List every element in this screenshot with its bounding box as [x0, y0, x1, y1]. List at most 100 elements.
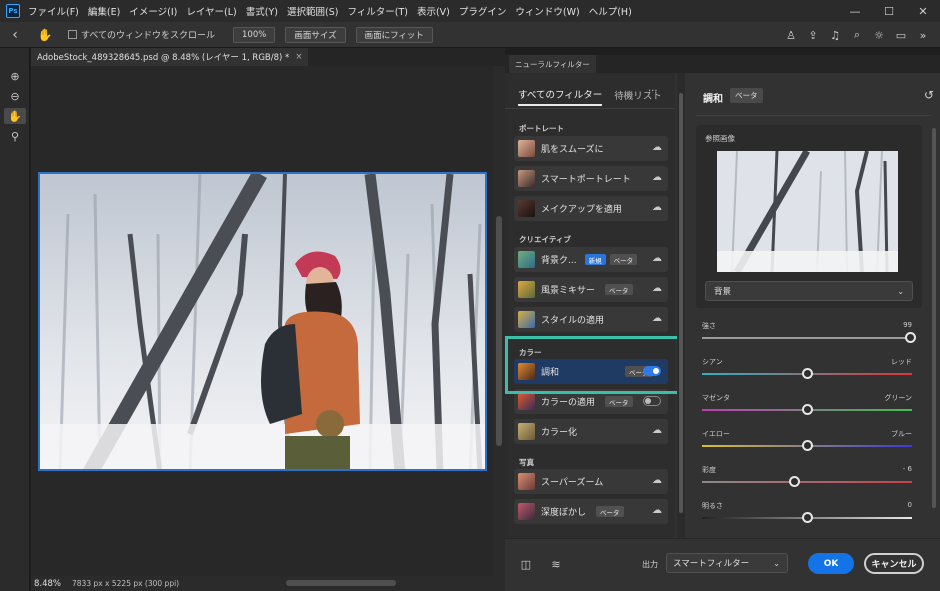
filter-superzoom[interactable]: スーパーズーム ☁	[514, 469, 668, 494]
cloud-download-icon[interactable]: ☁	[652, 142, 662, 153]
document-tab[interactable]: AdobeStock_489328645.psd @ 8.48% (レイヤー 1…	[31, 48, 309, 66]
search-icon[interactable]: ⌕	[846, 28, 868, 42]
output-select[interactable]: スマートフィルター ⌄	[666, 553, 788, 573]
cloud-download-icon[interactable]: ☁	[652, 172, 662, 183]
cloud-download-icon[interactable]: ☁	[652, 313, 662, 324]
bell-icon[interactable]: ♫	[824, 29, 846, 42]
brightness-slider[interactable]: 明るさ 0	[702, 501, 912, 531]
canvas-vertical-scrollbar[interactable]	[493, 66, 505, 576]
filter-smart-portrait[interactable]: スマートポートレート ☁	[514, 166, 668, 191]
canvas-horizontal-scrollbar[interactable]	[286, 580, 396, 586]
fit-screen-button[interactable]: 画面サイズ	[285, 26, 346, 43]
menu-filter[interactable]: フィルター(T)	[347, 4, 408, 18]
slider-track[interactable]	[702, 481, 912, 483]
more-icon[interactable]: ···	[648, 86, 658, 97]
filter-thumbnail	[518, 281, 535, 298]
options-bar: ‹ ✋ すべてのウィンドウをスクロール 100% 画面サイズ 画面にフィット ♙…	[0, 22, 940, 48]
filter-background[interactable]: 背景ク... 新規 ベータ ☁	[514, 247, 668, 272]
neural-filters-footer: ◫ ≋ 出力 スマートフィルター ⌄ OK キャンセル	[505, 538, 940, 591]
checkbox-box[interactable]	[68, 30, 77, 39]
slider-knob[interactable]	[789, 476, 801, 487]
reference-layer-value: 背景	[714, 287, 732, 297]
person-icon[interactable]: ♙	[780, 29, 802, 42]
menu-edit[interactable]: 編集(E)	[88, 4, 120, 18]
menu-view[interactable]: 表示(V)	[417, 4, 450, 18]
scroll-thumb[interactable]	[496, 216, 502, 446]
layers-icon[interactable]: ≋	[547, 555, 565, 573]
menu-select[interactable]: 選択範囲(S)	[287, 4, 338, 18]
close-button[interactable]: ✕	[906, 0, 940, 22]
fill-screen-button[interactable]: 画面にフィット	[355, 26, 433, 43]
scroll-thumb[interactable]	[679, 93, 683, 513]
zoom-100-button[interactable]: 100%	[233, 26, 276, 43]
filter-list-scrollbar[interactable]	[677, 73, 685, 538]
cyan-red-slider[interactable]: シアン レッド	[702, 357, 912, 387]
zoom-in-icon[interactable]: ⊕	[4, 68, 26, 84]
cloud-download-icon[interactable]: ☁	[652, 475, 662, 486]
yellow-blue-slider[interactable]: イエロー ブルー	[702, 429, 912, 459]
menu-layer[interactable]: レイヤー(L)	[186, 4, 236, 18]
menu-image[interactable]: イメージ(I)	[129, 4, 177, 18]
filter-makeup[interactable]: メイクアップを適用 ☁	[514, 196, 668, 221]
reset-icon[interactable]: ↺	[924, 88, 934, 102]
compare-icon[interactable]: ◫	[517, 555, 535, 573]
maximize-button[interactable]: ☐	[872, 0, 906, 22]
menu-help[interactable]: ヘルプ(H)	[589, 4, 632, 18]
color-category-highlight	[505, 336, 683, 394]
cloud-download-icon[interactable]: ☁	[652, 253, 662, 264]
saturation-slider[interactable]: 彩度 - 6	[702, 465, 912, 495]
canvas-area[interactable]	[31, 66, 493, 576]
panel-icon[interactable]: ▭	[890, 29, 912, 42]
expand-icon[interactable]: »	[912, 29, 934, 42]
slider-knob[interactable]	[802, 512, 813, 523]
light-icon[interactable]: ☼	[868, 29, 890, 42]
snowy-forest-photo	[40, 174, 485, 469]
filter-label: カラー化	[541, 428, 578, 438]
scroll-all-windows-checkbox[interactable]: すべてのウィンドウをスクロール	[68, 28, 215, 41]
back-button[interactable]: ‹	[0, 22, 30, 48]
slider-value: 99	[903, 321, 912, 329]
menu-file[interactable]: ファイル(F)	[28, 4, 79, 18]
slider-knob[interactable]	[802, 404, 813, 415]
filter-depth-blur[interactable]: 深度ぼかし ベータ ☁	[514, 499, 668, 524]
settings-scrollbar[interactable]	[931, 128, 937, 528]
slider-knob[interactable]	[904, 332, 916, 343]
filter-smooth-skin[interactable]: 肌をスムーズに ☁	[514, 136, 668, 161]
filter-label: カラーの適用	[541, 398, 596, 408]
beta-badge: ベータ	[609, 254, 638, 265]
close-tab-icon[interactable]: ×	[295, 52, 302, 62]
ok-button[interactable]: OK	[808, 553, 854, 574]
filter-style-transfer[interactable]: スタイルの適用 ☁	[514, 307, 668, 332]
neural-filters-tab-bar: ニューラルフィルター	[505, 55, 940, 73]
minimize-button[interactable]: —	[838, 0, 872, 22]
menu-window[interactable]: ウィンドウ(W)	[515, 4, 579, 18]
menu-type[interactable]: 書式(Y)	[246, 4, 278, 18]
reference-layer-select[interactable]: 背景 ⌄	[705, 281, 913, 301]
neural-filters-tab[interactable]: ニューラルフィルター	[509, 55, 596, 73]
slider-value: - 6	[902, 465, 912, 473]
beta-badge: ベータ	[605, 284, 633, 295]
cloud-download-icon[interactable]: ☁	[652, 202, 662, 213]
tab-all-filters[interactable]: すべてのフィルター	[518, 87, 603, 106]
strength-slider[interactable]: 強さ 99	[702, 321, 916, 351]
cloud-download-icon[interactable]: ☁	[652, 283, 662, 294]
filter-colorize[interactable]: カラー化 ☁	[514, 419, 668, 444]
cancel-button[interactable]: キャンセル	[864, 553, 924, 574]
slider-knob[interactable]	[802, 368, 813, 379]
slider-knob[interactable]	[802, 440, 813, 451]
beta-badge: ベータ	[605, 396, 633, 407]
filter-toggle-off[interactable]	[643, 396, 661, 406]
document-title: AdobeStock_489328645.psd @ 8.48% (レイヤー 1…	[37, 53, 290, 63]
share-icon[interactable]: ⇪	[802, 29, 824, 42]
zoom-level[interactable]: 8.48%	[34, 579, 68, 589]
scroll-thumb[interactable]	[932, 128, 936, 508]
magenta-green-slider[interactable]: マゼンタ グリーン	[702, 393, 912, 423]
zoom-tool-icon[interactable]: ⚲	[4, 128, 26, 144]
filter-landscape-mixer[interactable]: 風景ミキサー ベータ ☁	[514, 277, 668, 302]
menu-plugins[interactable]: プラグイン	[459, 4, 507, 18]
hand-tool-icon[interactable]: ✋	[4, 108, 26, 124]
slider-track[interactable]	[702, 337, 912, 339]
cloud-download-icon[interactable]: ☁	[652, 505, 662, 516]
zoom-out-icon[interactable]: ⊖	[4, 88, 26, 104]
cloud-download-icon[interactable]: ☁	[652, 425, 662, 436]
